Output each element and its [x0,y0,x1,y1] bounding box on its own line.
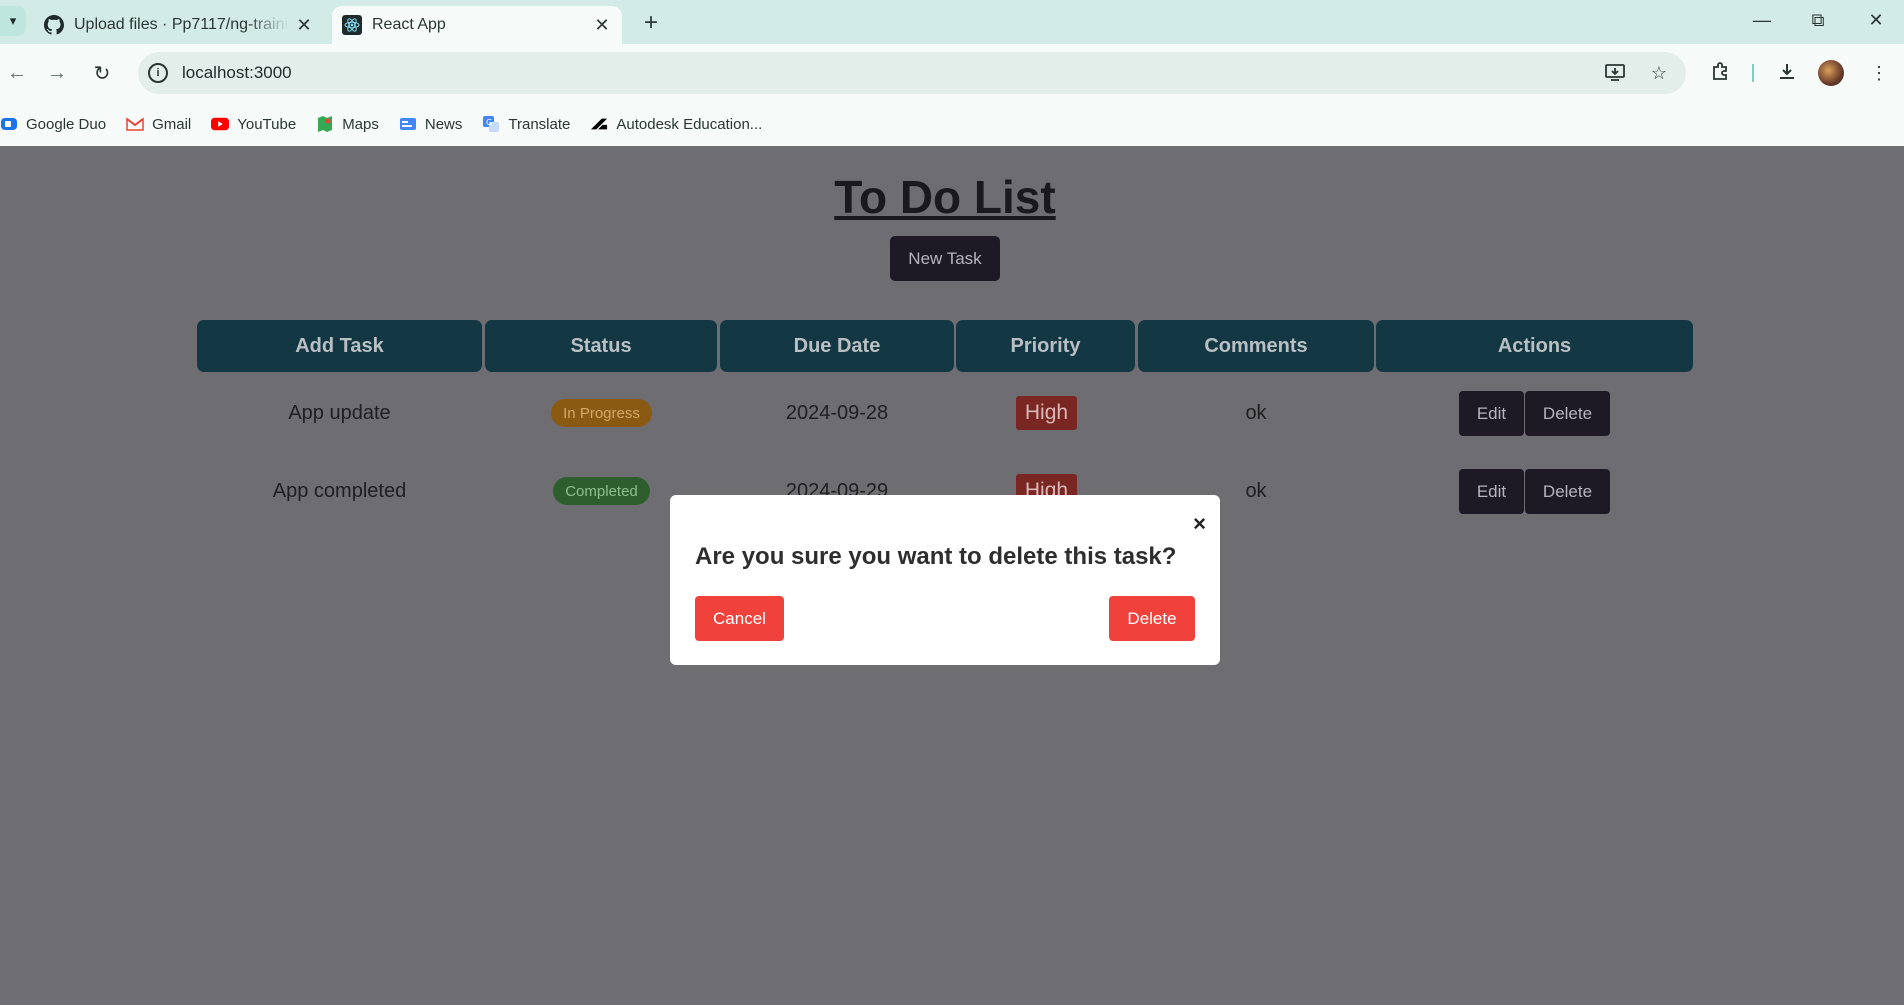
puzzle-icon [1711,61,1731,86]
svg-text:G: G [486,118,492,127]
bookmarks-bar: Google Duo Gmail YouTube Maps News G Tra… [0,102,1904,146]
extensions-button[interactable] [1704,56,1738,90]
bookmark-label: YouTube [237,115,297,133]
column-header-status: Status [485,320,717,372]
bookmark-label: Maps [342,115,379,133]
forward-button[interactable]: → [40,56,74,90]
bookmark-translate[interactable]: G Translate [482,115,570,133]
column-header-comments: Comments [1138,320,1374,372]
status-badge: Completed [553,477,650,505]
site-info-icon[interactable]: i [148,63,168,83]
priority-badge: High [1016,396,1077,430]
new-task-button[interactable]: New Task [890,236,1000,281]
bookmark-label: Translate [508,115,571,133]
bookmark-label: Google Duo [26,115,107,133]
arrow-left-icon: ← [7,61,27,84]
task-name: App update [288,402,391,424]
due-date: 2024-09-28 [785,402,889,424]
back-button[interactable]: ← [0,56,34,90]
column-header-add-task: Add Task [197,320,482,372]
dialog-message: Are you sure you want to delete this tas… [695,543,1177,570]
minimize-button[interactable]: — [1734,0,1790,40]
browser-toolbar: ← → ↻ i localhost:3000 ☆ ⋮ [0,44,1904,102]
github-icon [44,15,64,35]
bookmark-youtube[interactable]: YouTube [211,115,296,133]
close-tab-icon[interactable]: ✕ [290,11,318,39]
chevron-down-icon: ▾ [9,13,17,28]
edit-button[interactable]: Edit [1459,391,1524,436]
restore-button[interactable]: ⧉ [1790,0,1846,40]
more-vertical-icon: ⋮ [1870,62,1888,83]
youtube-icon [211,115,230,133]
delete-confirm-dialog: × Are you sure you want to delete this t… [670,495,1220,665]
bookmark-label: Gmail [152,115,192,133]
tab-title: Upload files · Pp7117/ng-trainin [74,16,290,33]
bookmark-maps[interactable]: Maps [316,115,379,133]
bookmark-label: Autodesk Education... [616,115,763,133]
install-app-icon[interactable] [1600,58,1630,88]
delete-button[interactable]: Delete [1525,391,1610,436]
url-text[interactable]: localhost:3000 [182,63,292,83]
bookmark-star-icon[interactable]: ☆ [1644,58,1674,88]
status-badge: In Progress [551,399,652,427]
close-icon[interactable]: × [1193,511,1206,537]
delete-button[interactable]: Delete [1525,469,1610,514]
bookmark-news[interactable]: News [399,115,463,133]
profile-avatar[interactable] [1818,60,1844,86]
column-header-priority: Priority [956,320,1135,372]
toolbar-divider [1752,64,1754,82]
restore-icon: ⧉ [1811,9,1825,30]
downloads-button[interactable] [1770,56,1804,90]
tab-search-button[interactable]: ▾ [0,6,26,36]
tab-strip: ▾ Upload files · Pp7117/ng-trainin ✕ Rea… [0,0,1904,44]
close-icon: ✕ [1868,9,1884,30]
reload-button[interactable]: ↻ [85,56,119,90]
close-window-button[interactable]: ✕ [1848,0,1904,40]
maps-icon [316,115,334,133]
gmail-icon [126,115,144,133]
google-duo-icon [0,115,18,133]
comment: ok [1245,402,1267,424]
bookmark-label: News [424,115,463,133]
new-tab-button[interactable]: + [636,8,666,38]
task-name: App completed [272,480,407,502]
browser-menu-button[interactable]: ⋮ [1862,56,1896,90]
close-tab-icon[interactable]: ✕ [588,11,616,39]
page-title: To Do List [834,171,1056,223]
download-icon [1777,61,1797,86]
minimize-icon: — [1753,9,1771,30]
bookmark-gmail[interactable]: Gmail [126,115,191,133]
bookmark-autodesk[interactable]: Autodesk Education... [590,115,762,133]
tab-github[interactable]: Upload files · Pp7117/ng-trainin ✕ [34,6,324,44]
translate-icon: G [482,115,500,133]
edit-button[interactable]: Edit [1459,469,1524,514]
react-icon [342,15,362,35]
reload-icon: ↻ [93,62,111,85]
confirm-delete-button[interactable]: Delete [1109,596,1195,641]
arrow-right-icon: → [47,61,67,84]
tab-react-app[interactable]: React App ✕ [332,6,622,44]
tab-title: React App [372,16,446,33]
news-icon [399,115,417,133]
column-header-actions: Actions [1376,320,1693,372]
cancel-button[interactable]: Cancel [695,596,784,641]
plus-icon: + [643,9,658,36]
address-bar[interactable]: i localhost:3000 ☆ [138,52,1686,94]
bookmark-google-duo[interactable]: Google Duo [0,115,106,133]
autodesk-icon [590,115,608,133]
column-header-due-date: Due Date [720,320,954,372]
